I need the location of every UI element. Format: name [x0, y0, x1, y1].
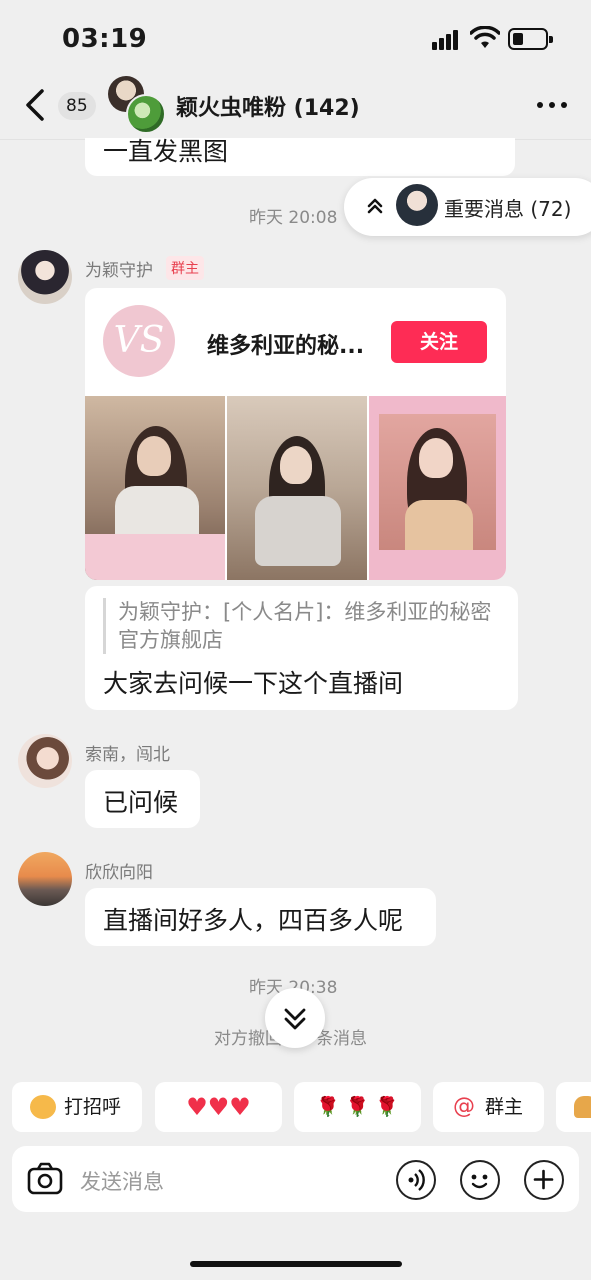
group-avatar[interactable] — [108, 76, 166, 134]
status-bar: 03:19 — [0, 0, 591, 80]
profile-card[interactable]: VS 维多利亚的秘... 关注 — [85, 288, 506, 580]
rose-icon: 🌹 🌹 🌹 — [315, 1096, 400, 1118]
hearts-chip[interactable]: ♥♥♥ — [155, 1082, 282, 1132]
quick-reply-bar: 打招呼 ♥♥♥ 🌹 🌹 🌹 @ 群主 — [0, 1082, 591, 1132]
follow-button[interactable]: 关注 — [391, 321, 487, 363]
roses-chip[interactable]: 🌹 🌹 🌹 — [294, 1082, 421, 1132]
chevron-down-icon — [284, 1008, 306, 1030]
camera-icon[interactable] — [26, 1160, 64, 1198]
unread-count-badge[interactable]: 85 — [58, 92, 96, 120]
more-options-icon[interactable] — [537, 102, 567, 110]
burger-chip[interactable] — [556, 1082, 591, 1132]
chip-label: 打招呼 — [64, 1096, 122, 1118]
sender-name: 欣欣向阳 — [85, 863, 153, 883]
card-image[interactable] — [85, 396, 225, 580]
avatar[interactable] — [18, 734, 72, 788]
chevron-up-icon — [367, 198, 383, 214]
group-title[interactable]: 颖火虫唯粉 (142) — [176, 90, 360, 122]
message-input-bar: 发送消息 — [12, 1146, 579, 1212]
message-text: 已问候 — [103, 788, 179, 817]
avatar — [396, 184, 438, 226]
heart-icon: ♥♥♥ — [186, 1093, 251, 1121]
timestamp: 昨天 20:08 — [249, 208, 338, 228]
brand-logo: VS — [103, 305, 175, 377]
card-image[interactable] — [369, 396, 506, 580]
card-image[interactable] — [227, 396, 367, 580]
message-bubble[interactable]: 已问候 — [85, 770, 200, 828]
mention-owner-chip[interactable]: @ 群主 — [433, 1082, 544, 1132]
owner-badge: 群主 — [166, 256, 204, 280]
chip-label: 群主 — [485, 1096, 524, 1118]
status-time: 03:19 — [62, 24, 148, 54]
card-account-name: 维多利亚的秘... — [207, 334, 365, 359]
sender-name: 为颖守护 — [85, 261, 153, 281]
add-icon[interactable] — [524, 1160, 564, 1200]
emoji-icon[interactable] — [460, 1160, 500, 1200]
chat-header: 85 颖火虫唯粉 (142) — [0, 70, 591, 140]
message-bubble[interactable]: 直播间好多人，四百多人呢 — [85, 888, 436, 946]
back-arrow-icon[interactable] — [20, 88, 52, 122]
cellular-signal-icon — [432, 30, 460, 50]
avatar[interactable] — [18, 852, 72, 906]
quoted-message: 为颖守护：[个人名片]：维多利亚的秘密官方旗舰店 — [103, 598, 505, 654]
home-indicator — [190, 1261, 402, 1267]
message-text: 直播间好多人，四百多人呢 — [103, 906, 404, 935]
message-bubble[interactable]: 为颖守护：[个人名片]：维多利亚的秘密官方旗舰店 大家去问候一下这个直播间 — [85, 586, 518, 710]
message-bubble[interactable]: 一直发黑图 — [85, 137, 515, 176]
wave-emoji-icon — [30, 1095, 56, 1119]
important-messages-button[interactable]: 重要消息 (72) — [344, 178, 591, 236]
message-input[interactable]: 发送消息 — [80, 1166, 164, 1196]
scroll-to-bottom-button[interactable] — [265, 988, 325, 1048]
message-text: 大家去问候一下这个直播间 — [103, 669, 404, 698]
wifi-icon — [470, 26, 500, 48]
important-messages-label: 重要消息 (72) — [444, 197, 572, 221]
avatar[interactable] — [18, 250, 72, 304]
at-icon: @ — [453, 1094, 475, 1119]
voice-icon[interactable] — [396, 1160, 436, 1200]
battery-icon — [508, 28, 553, 50]
greet-chip[interactable]: 打招呼 — [12, 1082, 142, 1132]
card-image-strip — [85, 396, 506, 580]
burger-icon — [574, 1096, 591, 1118]
message-text: 一直发黑图 — [103, 137, 229, 166]
sender-name: 索南，闯北 — [85, 745, 170, 765]
